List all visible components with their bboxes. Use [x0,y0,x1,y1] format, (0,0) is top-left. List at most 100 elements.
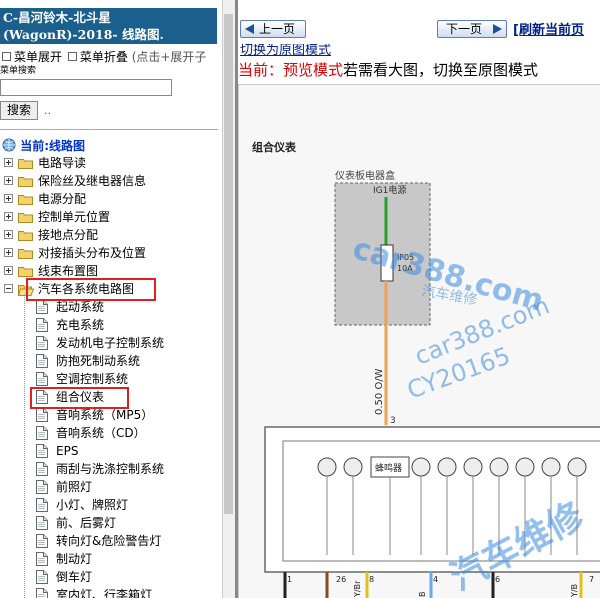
expand-toggle-icon[interactable] [4,158,13,167]
warning-light-icon [343,457,363,477]
tree-folder-label: 电源分配 [38,192,87,206]
warning-light-icon [489,457,509,477]
warning-lights [317,457,587,477]
menu-collapse-link[interactable]: 菜单折叠 [80,50,128,64]
mode-status: 当前：预览模式若需看大图，切换至原图模式 [238,60,538,80]
document-icon [36,372,48,386]
document-icon [36,336,48,350]
bottom-wire-b: B [418,592,427,598]
tree-connector [24,294,25,598]
warning-light-icon [317,457,337,477]
prev-page-label: 上一页 [259,22,296,36]
next-page-button[interactable]: 下一页 [437,20,507,38]
wire-label: 0.50 O/W [374,368,385,415]
tree-system-label: 音响系统（CD） [56,426,146,440]
bottom-pin-7: 7 [589,575,594,584]
fuse-box-label: 仪表板电器盒 [335,169,395,182]
warning-light-icon [541,457,561,477]
document-icon [36,300,48,314]
warning-light-icon [515,457,535,477]
tree-system-label: 雨刮与洗涤控制系统 [56,462,165,476]
buzzer-label: 蜂鸣器 [375,462,402,474]
highlight-box-cluster [30,387,129,409]
power-label: IG1电源 [373,184,406,196]
tree-system-label: 小灯、牌照灯 [56,498,129,512]
folder-icon [18,266,33,277]
window-title: C-昌河铃木-北斗星(WagonR)-2018- 线路图. [0,8,217,44]
prev-page-button[interactable]: 上一页 [240,20,306,38]
warning-light-icon [463,457,483,477]
highlight-box-systems [26,278,156,301]
wiring-diagram: 组合仪表 仪表板电器盒 IG1电源 IF05 10A 0.50 O/W 3 蜂鸣… [238,84,600,598]
refresh-page-label: [刷新当前页 [513,23,584,38]
mode-status-suffix: 若需看大图，切换至原图模式 [343,61,539,79]
diagram-svg: 组合仪表 仪表板电器盒 IG1电源 IF05 10A 0.50 O/W 3 蜂鸣… [252,140,600,598]
mode-status-prefix: 当前：预览模式 [238,61,344,79]
tree-system-label: 前、后雾灯 [56,516,117,530]
bottom-wire-yb: Y/B [570,584,579,598]
document-icon [36,570,48,584]
refresh-page-link[interactable]: [刷新当前页 [513,19,584,38]
right-pane: 上一页 下一页 [刷新当前页 切换为原图模式 当前：预览模式若需看大图，切换至原… [238,0,600,598]
folder-icon [18,194,33,205]
tree-system-label: 防抱死制动系统 [56,354,141,368]
switch-mode-link[interactable]: 切换为原图模式 [240,44,331,56]
current-label: 当前:线路图 [20,139,85,153]
expand-square-icon [2,52,11,61]
document-icon [36,426,48,440]
search-button[interactable]: 搜索 [0,101,38,120]
left-pane: C-昌河铃木-北斗星(WagonR)-2018- 线路图. 菜单展开 菜单折叠 … [0,0,222,598]
menu-expand-link[interactable]: 菜单展开 [14,50,62,64]
search-label: 菜单搜索 [0,66,37,76]
bottom-pin-26: 26 [336,575,346,584]
expand-toggle-icon[interactable] [4,230,13,239]
tree-system-label: 转向灯&危险警告灯 [56,534,162,548]
arrow-right-icon [493,24,502,34]
warning-light-icon [437,457,457,477]
document-icon [36,408,48,422]
tree-folder-label: 对接插头分布及位置 [38,246,147,260]
expand-toggle-icon[interactable] [4,212,13,221]
document-icon [36,318,48,332]
menu-controls: 菜单展开 菜单折叠 (点击+展开子 [0,49,222,65]
document-icon [36,480,48,494]
document-icon [36,552,48,566]
collapse-square-icon [67,52,77,61]
pin-number: 3 [390,416,396,426]
expand-toggle-icon[interactable] [4,248,13,257]
expand-toggle-icon[interactable] [4,176,13,185]
bottom-pin-8: 8 [369,575,374,584]
document-icon [36,444,48,458]
diagram-title: 组合仪表 [252,140,297,154]
expand-toggle-icon[interactable] [4,194,13,203]
tree-system-label: 制动灯 [56,552,93,566]
tree-folder-label: 控制单元位置 [38,210,111,224]
tree-system-label: 充电系统 [56,318,105,332]
bottom-pin-1: 1 [287,575,292,584]
tree-folder-label: 接地点分配 [38,228,99,242]
tree-system-label: 倒车灯 [56,570,93,584]
next-page-label: 下一页 [446,22,483,36]
left-divider [0,129,218,130]
folder-icon [18,212,33,223]
collapse-toggle-icon[interactable] [4,284,13,293]
tree-system-label: 空调控制系统 [56,372,129,386]
bottom-wire-ybr: Y/Br [353,580,362,598]
document-icon [36,354,48,368]
tree-system-label: EPS [56,444,79,458]
expand-toggle-icon[interactable] [4,266,13,275]
folder-icon [18,158,33,169]
warning-light-icon [567,457,587,477]
document-icon [36,462,48,476]
search-input[interactable] [0,79,172,96]
current-section: 当前:线路图 [2,138,85,154]
folder-icon [18,248,33,259]
folder-icon [18,176,33,187]
arrow-left-icon [245,24,254,34]
document-icon [36,534,48,548]
warning-light-icon [411,457,431,477]
tree-folder-label: 电路导读 [38,156,87,170]
document-icon [36,588,48,598]
left-scroll-thumb[interactable] [224,14,233,514]
document-icon [36,498,48,512]
